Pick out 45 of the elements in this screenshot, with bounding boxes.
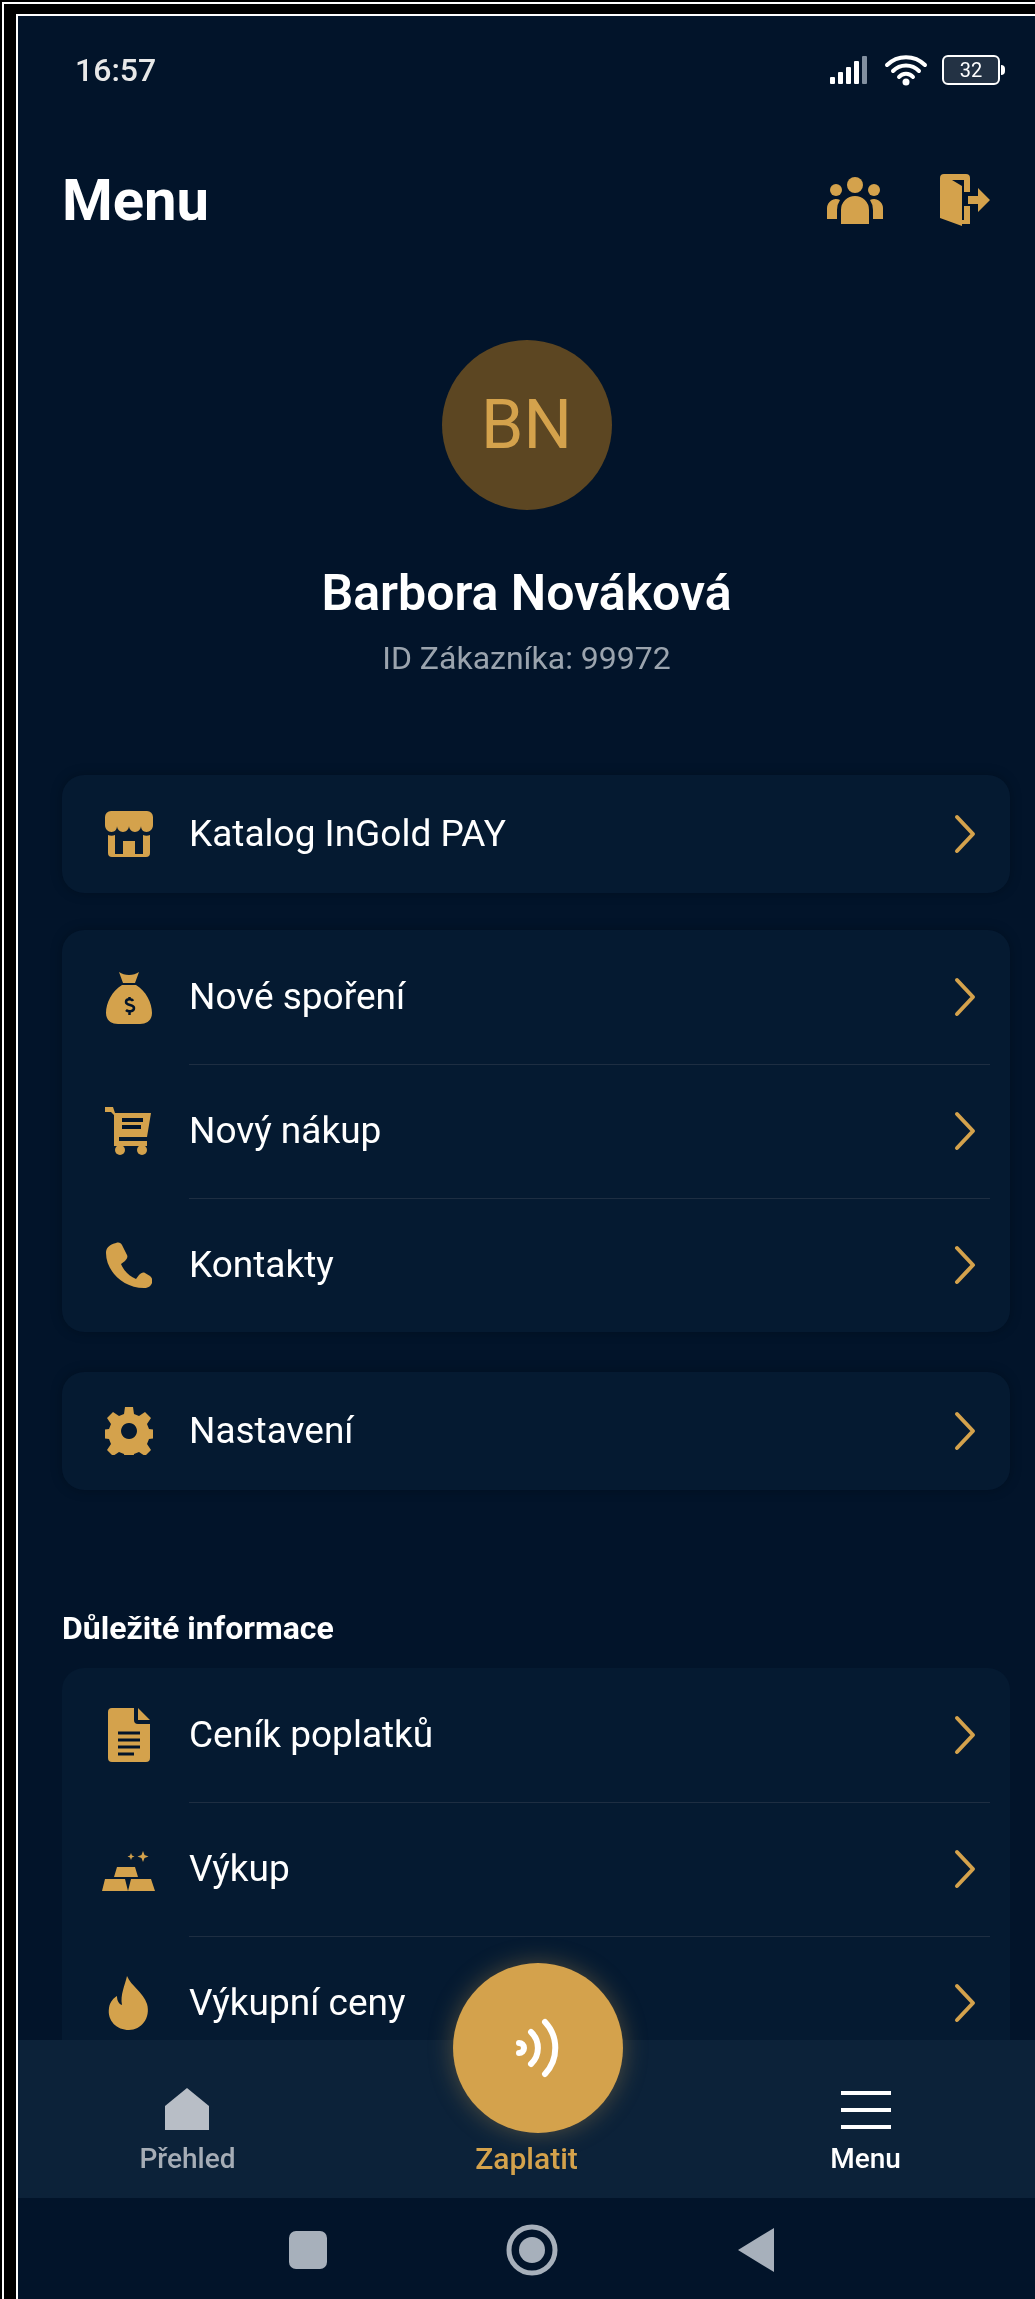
wifi-icon <box>884 54 928 86</box>
home-button-icon[interactable] <box>506 2223 558 2276</box>
menu-item-label: Nový nákup <box>189 1108 382 1155</box>
chevron-right-icon <box>954 814 976 854</box>
back-icon[interactable] <box>738 2227 774 2272</box>
menu-item-label: Katalog InGold PAY <box>189 811 506 858</box>
nav-tab[interactable]: Menu <box>830 2090 901 2176</box>
signal-icon <box>830 56 870 84</box>
settings-icon <box>105 1407 153 1455</box>
recents-icon[interactable] <box>289 2230 327 2269</box>
menu-item[interactable]: Katalog InGold PAY <box>62 775 1010 893</box>
battery-indicator: 32 <box>942 55 1000 85</box>
menu-item[interactable]: Nastavení <box>62 1372 1010 1490</box>
home-icon <box>165 2088 210 2130</box>
flame-icon <box>107 1976 151 2030</box>
cart-icon <box>105 1107 153 1155</box>
menu-link[interactable]: Ceník poplatků <box>189 1707 434 1763</box>
avatar: BN <box>441 340 612 510</box>
chevron-right-icon <box>954 1245 976 1285</box>
menu-icon <box>839 2090 892 2130</box>
menu-item-label: Kontakty <box>189 1242 334 1289</box>
menu-item-label: Nastavení <box>189 1408 354 1455</box>
section-heading: Důležité informace <box>62 1608 335 1648</box>
menu-item[interactable]: Kontakty <box>62 1198 1010 1332</box>
menu-item[interactable]: Nový nákup <box>62 1064 1010 1198</box>
chevron-right-icon <box>954 1411 976 1451</box>
chevron-right-icon <box>954 1715 976 1755</box>
nav-tab[interactable]: Přehled <box>139 2088 236 2176</box>
document-icon <box>108 1708 150 1762</box>
chevron-right-icon <box>954 1983 976 2023</box>
store-icon <box>105 811 153 857</box>
menu-link[interactable]: Výkup <box>189 1841 290 1897</box>
money-bag-icon <box>106 970 152 1024</box>
menu-item[interactable]: Nové spoření <box>62 930 1010 1064</box>
menu-item-label: Nové spoření <box>189 974 406 1021</box>
chevron-right-icon <box>954 977 976 1017</box>
status-time: 16:57 <box>75 50 157 91</box>
nav-tab[interactable]: Zaplatit <box>475 2142 578 2176</box>
customer-id: ID Zákazníka: 99972 <box>382 638 671 678</box>
phone-icon <box>106 1242 152 1288</box>
chevron-right-icon <box>954 1111 976 1151</box>
user-name: Barbora Nováková <box>321 563 732 623</box>
menu-link[interactable]: Výkupní ceny <box>189 1975 406 2031</box>
chevron-right-icon <box>954 1849 976 1889</box>
page-title: Menu <box>62 171 210 229</box>
